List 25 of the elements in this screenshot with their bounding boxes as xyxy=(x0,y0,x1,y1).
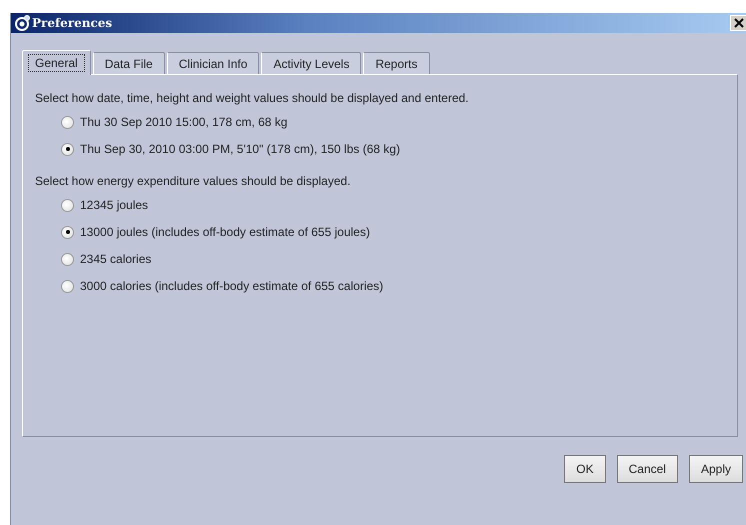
radio-button[interactable] xyxy=(61,252,74,266)
option-label: 2345 calories xyxy=(80,252,152,266)
dialog-button[interactable]: OK xyxy=(564,455,606,483)
option-label: 13000 joules (includes off-body estimate of 655 joules) xyxy=(80,225,370,239)
dialog-button[interactable]: Apply xyxy=(688,455,743,483)
radio-button[interactable] xyxy=(61,116,74,128)
close-icon xyxy=(734,18,744,28)
section-label: Select how date, time, height and weight values should be displayed and entered. xyxy=(35,91,470,105)
section-label: Select how energy expenditure values should be displayed. xyxy=(35,174,352,188)
radio-button[interactable] xyxy=(61,280,74,292)
option-label: Thu 30 Sep 2010 15:00, 178 cm, 68 kg xyxy=(80,115,288,129)
tab[interactable]: Clinician Info xyxy=(166,52,260,74)
radio-button[interactable] xyxy=(61,142,74,156)
tab[interactable]: Reports xyxy=(363,52,430,74)
window-title: Preferences xyxy=(32,16,112,30)
dialog-button[interactable]: Cancel xyxy=(616,455,678,483)
tab[interactable]: Data File xyxy=(92,52,165,74)
tab[interactable]: General xyxy=(22,50,91,75)
option-label: 12345 joules xyxy=(80,198,148,212)
close-button[interactable] xyxy=(730,15,746,31)
radio-button[interactable] xyxy=(61,198,74,212)
radio-button[interactable] xyxy=(61,226,74,238)
option-label: Thu Sep 30, 2010 03:00 PM, 5'10" (178 cm), 150 lbs (68 kg) xyxy=(80,142,400,156)
tab[interactable]: Activity Levels xyxy=(261,52,362,74)
option-label: 3000 calories (includes off-body estimate of 655 calories) xyxy=(80,279,384,293)
